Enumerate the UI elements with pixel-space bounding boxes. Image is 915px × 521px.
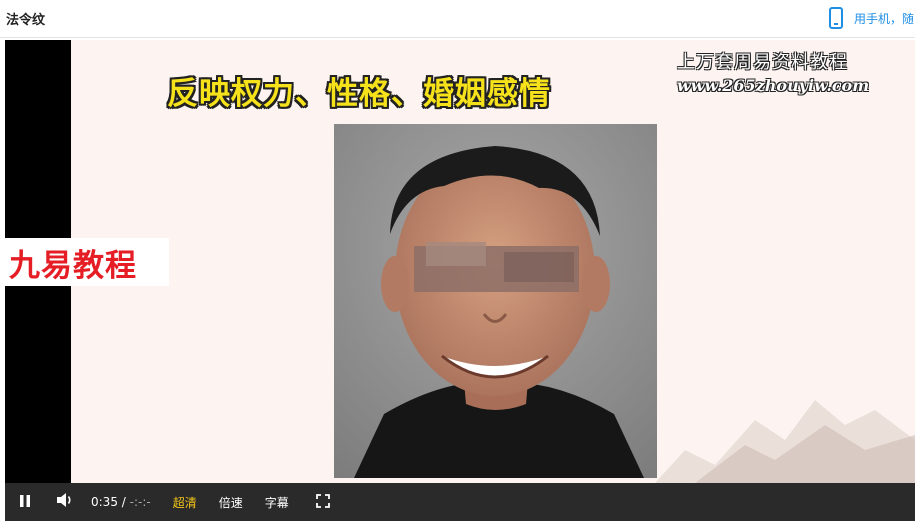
- time-display: 0:35 / -:-:-: [91, 495, 151, 509]
- slide-title: 反映权力、性格、婚姻感情: [167, 76, 551, 112]
- pause-icon: [18, 493, 32, 512]
- watermark-url: www.265zhouyiw.com: [677, 76, 870, 95]
- fullscreen-icon: [315, 493, 330, 512]
- watermark-title: 上万套周易资料教程: [677, 52, 848, 73]
- fullscreen-button[interactable]: [303, 483, 343, 521]
- current-time: 0:35: [91, 495, 118, 509]
- video-frame[interactable]: 反映权力、性格、婚姻感情 上万套周易资料教程 www.265zhouyiw.co…: [5, 40, 915, 483]
- pause-button[interactable]: [5, 483, 45, 521]
- portrait-photo: [334, 124, 657, 478]
- speed-button[interactable]: 倍速: [219, 494, 243, 511]
- volume-icon: [56, 492, 74, 512]
- duration: -:-:-: [129, 495, 151, 509]
- page-title: 法令纹: [6, 13, 46, 28]
- quality-button[interactable]: 超清: [173, 494, 197, 511]
- header: 法令纹 用手机，随: [0, 0, 915, 38]
- player-controls: 0:35 / -:-:- 超清 倍速 字幕: [5, 483, 915, 521]
- mountain-painting: [655, 380, 915, 483]
- volume-button[interactable]: [45, 483, 85, 521]
- video-player[interactable]: 反映权力、性格、婚姻感情 上万套周易资料教程 www.265zhouyiw.co…: [5, 40, 915, 521]
- mobile-view-text: 用手机，随: [854, 11, 915, 26]
- mobile-view-link[interactable]: 用手机，随: [826, 6, 914, 30]
- brand-logo: 九易教程: [5, 238, 169, 286]
- subtitles-button[interactable]: 字幕: [265, 494, 289, 511]
- time-separator: /: [121, 495, 126, 509]
- brand-text: 九易教程: [9, 247, 137, 284]
- phone-icon: [826, 6, 846, 30]
